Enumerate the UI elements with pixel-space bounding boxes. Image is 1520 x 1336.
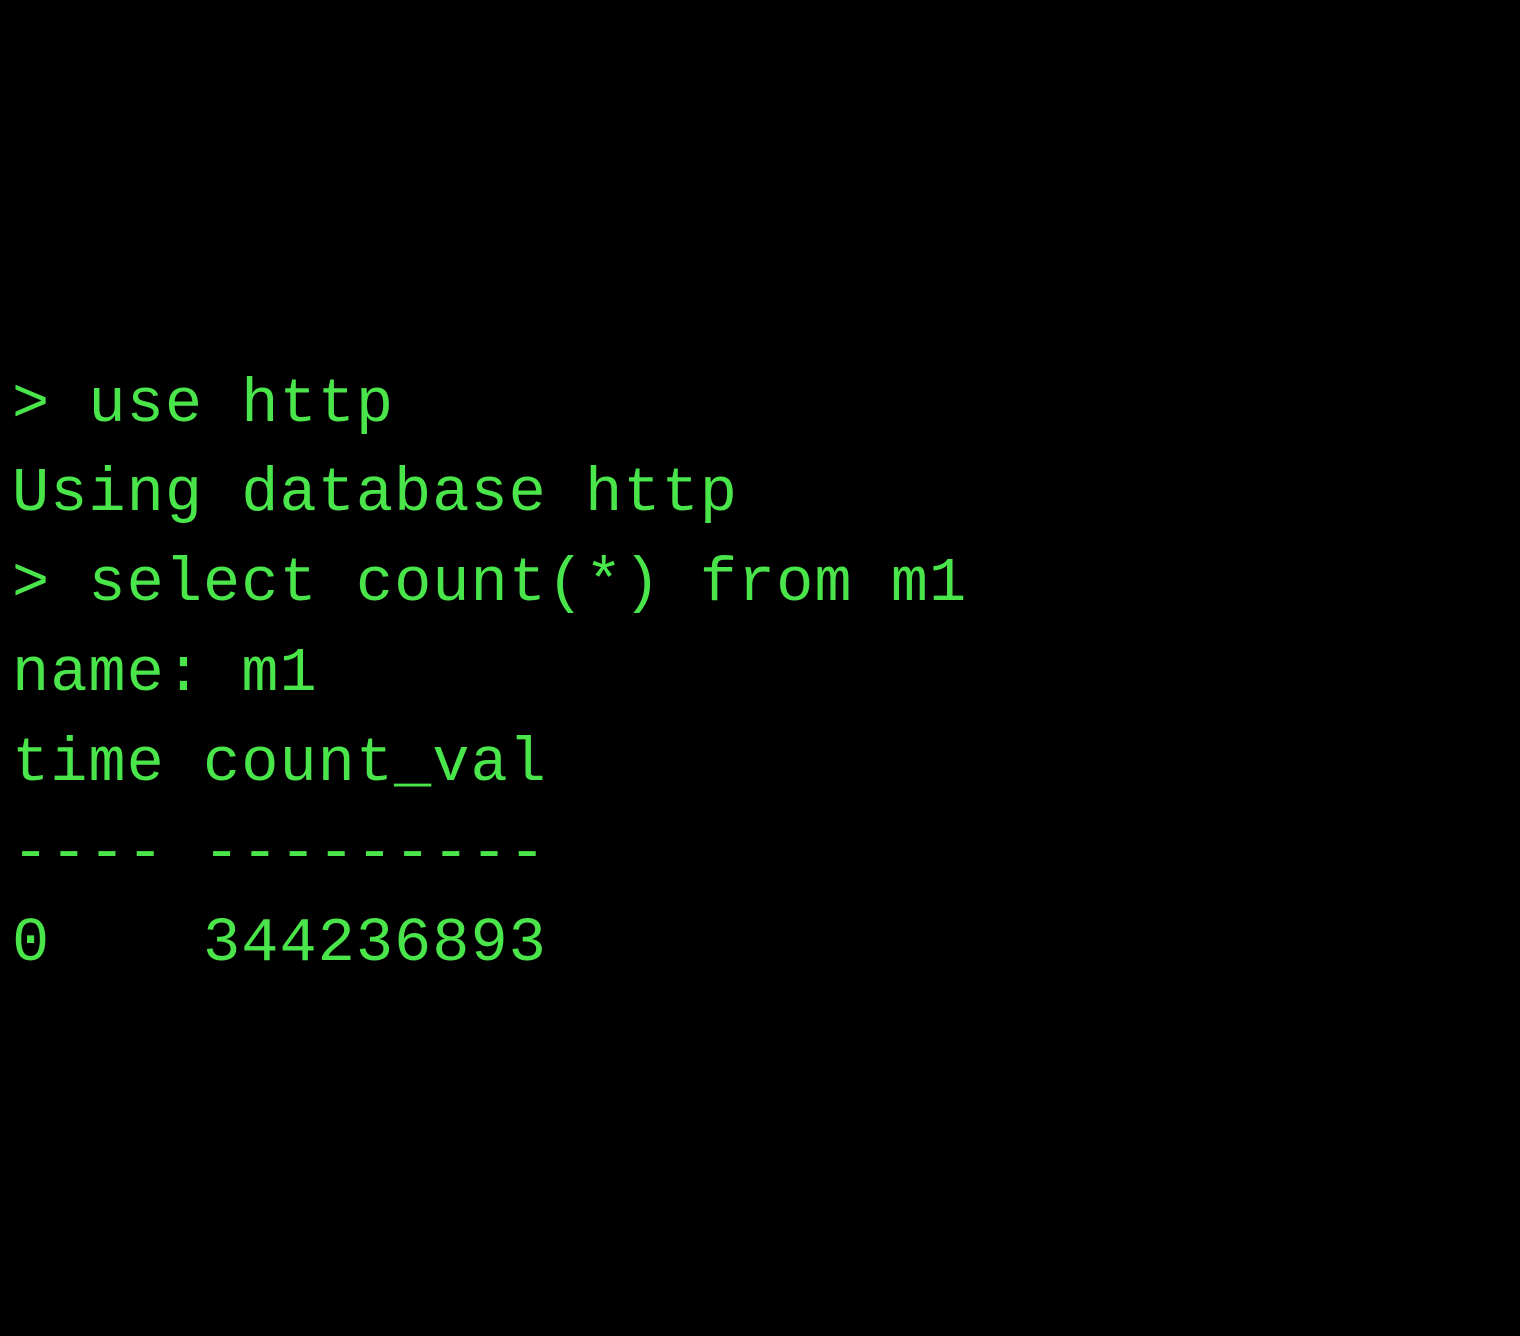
prompt-icon: > xyxy=(12,548,88,619)
terminal-line-1: > use http xyxy=(12,360,1508,450)
result-header-line: time count_val xyxy=(12,719,1508,809)
result-name-line: name: m1 xyxy=(12,629,1508,719)
result-data-line: 0 344236893 xyxy=(12,899,1508,989)
result-divider-line: ---- --------- xyxy=(12,809,1508,899)
terminal-line-3: > select count(*) from m1 xyxy=(12,539,1508,629)
terminal-line-2: Using database http xyxy=(12,449,1508,539)
command-select: select count(*) from m1 xyxy=(88,548,967,619)
command-use: use http xyxy=(88,369,394,440)
prompt-icon: > xyxy=(12,369,88,440)
